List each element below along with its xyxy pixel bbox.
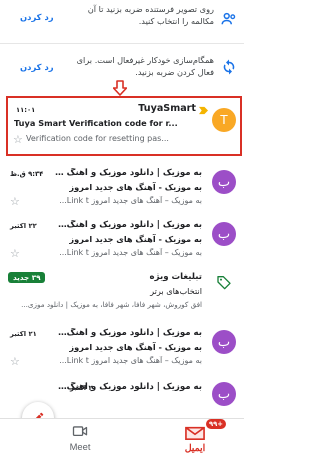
email-date: ۲۰ اکتبر [70,384,97,392]
email-sender: به موزیک | دانلود موزیک و آهنگ ج... [52,168,202,178]
people-icon [221,12,236,25]
bundle-title: تبلیغات ویژه [149,272,202,282]
email-subject: به موزیک - آهنگ های جدید امروز [69,182,202,192]
email-row[interactable]: ب به موزیک | دانلود موزیک و آهنگ ج... ۹:… [0,160,244,220]
highlight-box [6,96,242,156]
email-snippet: به موزیک – آهنگ های جدید امروز Link t... [59,196,202,205]
email-sender: به موزیک | دانلود موزیک و آهنگ ... [57,328,202,338]
unread-count-badge: ۹۹+ [206,419,226,429]
bundle-subject: انتخاب‌های برتر [150,286,202,296]
mail-icon [185,426,205,440]
arrow-down-icon [113,80,127,96]
email-row[interactable]: ب به موزیک | دانلود موزیک و آهنگ ... ۲۱ … [0,316,244,376]
avatar[interactable]: ب [212,382,236,406]
promotions-bundle[interactable]: تبلیغات ویژه ۳۹ جدید انتخاب‌های برتر افق… [0,264,244,324]
banner-select-sender: روی تصویر فرستنده ضربه بزنید تا آن مکالم… [0,0,244,42]
nav-meet-label: Meet [69,441,91,452]
email-date: ۲۱ اکتبر [10,330,37,338]
email-snippet: به موزیک – آهنگ های جدید امروز Link t... [59,248,202,257]
bundle-snippet: افق کوروش، شهر فافا، شهر فافا، به موزیک … [21,300,202,309]
email-subject: به موزیک - آهنگ های جدید امروز [69,342,202,352]
label-icon [217,276,231,290]
email-sender: به موزیک | دانلود موزیک و آهنگ ... [57,220,202,230]
banner-text: همگام‌سازی خودکار غیرفعال است. برای فعال… [76,55,214,77]
avatar[interactable]: ب [212,330,236,354]
star-icon[interactable]: ☆ [10,196,20,208]
banner-text: روی تصویر فرستنده ضربه بزنید تا آن مکالم… [87,4,214,26]
nav-mail[interactable]: ۹۹+ ایمیل [160,419,230,454]
star-icon[interactable]: ☆ [10,356,20,368]
dismiss-button[interactable]: رد کردن [20,12,54,22]
star-icon[interactable]: ☆ [10,248,20,260]
email-snippet: به موزیک – آهنگ های جدید امروز Link t... [59,356,202,365]
dismiss-button[interactable]: رد کردن [20,62,54,72]
avatar[interactable]: ب [212,170,236,194]
email-date: ۲۲ اکتبر [10,222,37,230]
nav-mail-label: ایمیل [184,442,206,453]
new-count-badge: ۳۹ جدید [8,272,46,283]
email-subject: به موزیک - آهنگ های جدید امروز [69,234,202,244]
avatar[interactable]: ب [212,222,236,246]
email-date: ۹:۳۴ ق.ظ [10,170,44,178]
email-row[interactable]: ب به موزیک | دانلود موزیک و آهنگ ... ۲۲ … [0,212,244,272]
bottom-navigation: Meet ۹۹+ ایمیل [0,418,244,469]
sync-icon [223,59,235,75]
divider [0,43,244,44]
nav-meet[interactable]: Meet [45,425,115,452]
video-icon [72,426,88,437]
